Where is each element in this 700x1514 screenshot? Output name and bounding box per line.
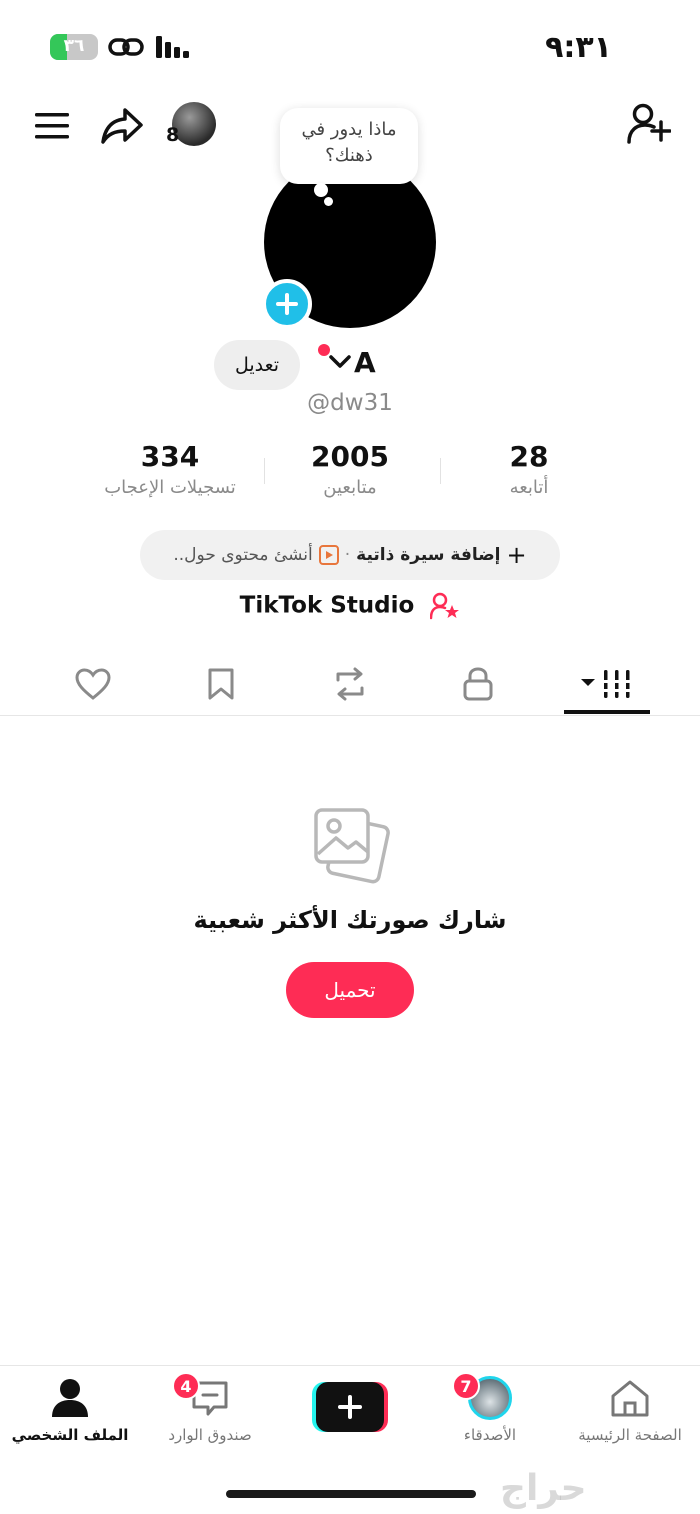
thought-bubble[interactable]: ماذا يدور في ذهنك؟ <box>280 108 418 184</box>
photos-icon <box>314 808 390 884</box>
nav-friends-label: الأصدقاء <box>463 1426 517 1444</box>
add-user-button[interactable] <box>626 100 672 146</box>
heart-icon <box>75 668 111 700</box>
upload-button[interactable]: تحميل <box>286 962 414 1018</box>
battery-icon: ٣٦ <box>50 34 98 60</box>
battery-text: ٣٦ <box>63 36 85 56</box>
following-count: 28 <box>509 440 549 473</box>
link-icon <box>108 38 144 56</box>
chevron-down-icon[interactable] <box>328 354 352 370</box>
nav-home[interactable]: الصفحة الرئيسية <box>560 1378 700 1444</box>
likes-stat[interactable]: 334 تسجيلات الإعجاب <box>70 440 270 498</box>
nav-inbox[interactable]: 4 صندوق الوارد <box>140 1372 280 1444</box>
lock-icon <box>463 667 493 701</box>
tab-private[interactable] <box>448 658 508 710</box>
bubble-tail-dot-small <box>324 197 333 206</box>
bookmark-icon <box>208 668 234 700</box>
bubble-tail-dot <box>314 183 328 197</box>
menu-icon <box>35 113 69 139</box>
plus-icon <box>276 293 298 315</box>
repost-icon <box>336 667 364 701</box>
display-name[interactable]: A <box>354 346 376 379</box>
home-icon <box>611 1380 649 1417</box>
home-indicator[interactable] <box>226 1490 476 1498</box>
create-button[interactable] <box>312 1382 388 1432</box>
plus-icon: + <box>506 541 527 569</box>
nav-home-label: الصفحة الرئيسية <box>578 1426 682 1444</box>
story-count: 8 <box>166 124 180 146</box>
add-avatar-button[interactable] <box>262 279 312 329</box>
share-icon <box>101 108 143 144</box>
status-time: ٩:٣١ <box>545 30 612 65</box>
nav-profile-label: الملف الشخصي <box>11 1426 129 1444</box>
inbox-badge: 4 <box>172 1372 200 1400</box>
tiktok-studio-link[interactable]: TikTok Studio <box>0 592 700 620</box>
studio-label: TikTok Studio <box>239 592 415 619</box>
tab-reposts[interactable] <box>320 658 380 710</box>
tab-saved[interactable] <box>191 658 251 710</box>
profile-icon <box>52 1379 88 1417</box>
following-stat[interactable]: 28 أتابعه <box>429 440 629 498</box>
active-tab-indicator <box>564 710 650 714</box>
friends-badge: 7 <box>452 1372 480 1400</box>
bubble-text-line2: ذهنك؟ <box>325 145 373 166</box>
nav-friends[interactable]: 7 الأصدقاء <box>420 1372 560 1444</box>
bio-pill[interactable]: + إضافة سيرة ذاتية · أنشئ محتوى حول.. <box>140 530 560 580</box>
bio-separator: · <box>344 545 351 565</box>
nav-inbox-label: صندوق الوارد <box>168 1426 252 1444</box>
followers-label: متابعين <box>323 477 377 498</box>
add-user-icon <box>627 103 671 144</box>
add-bio-label: إضافة سيرة ذاتية <box>356 545 501 565</box>
bubble-text-line1: ماذا يدور في <box>301 119 397 140</box>
profile-stats: 334 تسجيلات الإعجاب 2005 متابعين 28 أتاب… <box>0 440 700 510</box>
tab-liked[interactable] <box>63 658 123 710</box>
profile-tabs <box>0 652 700 716</box>
signal-icon <box>156 36 189 58</box>
likes-label: تسجيلات الإعجاب <box>104 477 236 498</box>
create-content-label: أنشئ محتوى حول.. <box>173 545 313 565</box>
share-button[interactable] <box>98 102 146 150</box>
watermark: حراج <box>500 1468 587 1509</box>
likes-count: 334 <box>140 440 200 473</box>
creator-star-icon <box>430 592 460 620</box>
username: @dw31 <box>307 390 393 416</box>
tab-videos[interactable] <box>577 658 637 710</box>
following-label: أتابعه <box>509 477 549 498</box>
followers-count: 2005 <box>311 440 389 473</box>
videos-grid-icon <box>581 670 632 698</box>
edit-profile-button[interactable]: تعديل <box>214 340 300 390</box>
nav-profile[interactable]: الملف الشخصي <box>0 1378 140 1444</box>
plus-icon <box>338 1395 362 1419</box>
menu-button[interactable] <box>30 104 74 148</box>
followers-stat[interactable]: 2005 متابعين <box>250 440 450 498</box>
empty-state-title: شارك صورتك الأكثر شعبية <box>193 906 507 934</box>
play-icon <box>318 545 339 565</box>
status-bar: ٣٦ ٩:٣١ <box>0 0 700 90</box>
